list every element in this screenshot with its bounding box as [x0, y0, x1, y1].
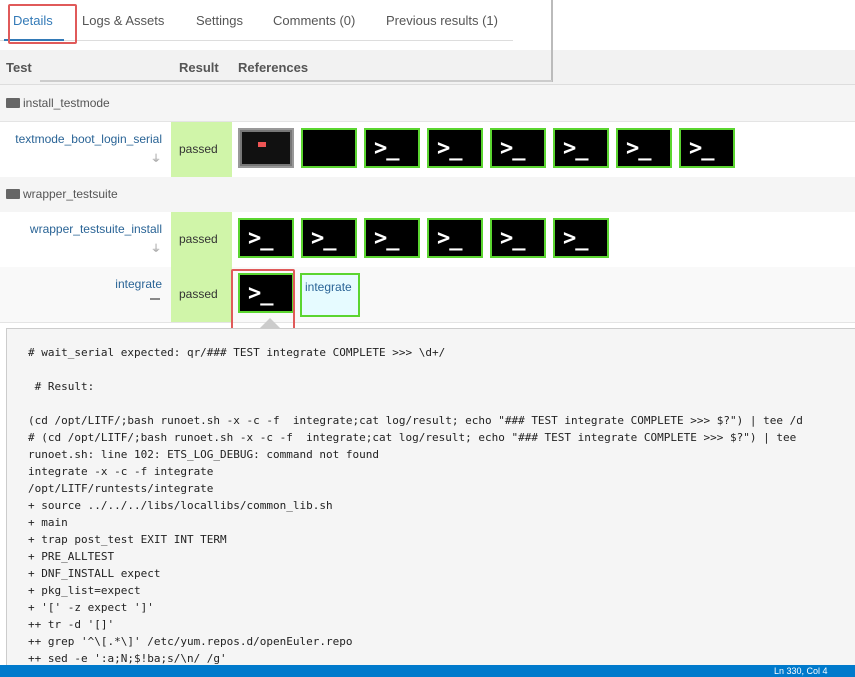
minus-icon[interactable] [150, 298, 160, 300]
test-name-link[interactable]: textmode_boot_login_serial [6, 132, 162, 146]
log-line: ++ tr -d '[]' [28, 618, 115, 631]
folder-open-icon [6, 98, 20, 108]
terminal-icon[interactable]: >_ [364, 128, 420, 168]
log-line: + main [28, 516, 68, 529]
log-line: # Result: [28, 380, 95, 393]
terminal-icon[interactable]: >_ [679, 128, 735, 168]
terminal-icon[interactable]: >_ [364, 218, 420, 258]
plug-icon: ⏚ [151, 244, 161, 255]
reference-link-integrate[interactable]: integrate [300, 273, 360, 317]
column-header-test: Test [6, 60, 32, 75]
plug-icon: ⏚ [151, 154, 161, 165]
log-line: ++ sed -e ':a;N;$!ba;s/\n/ /g' [28, 652, 227, 665]
editor-status-bar: Ln 330, Col 4 [0, 665, 855, 677]
log-output-panel[interactable]: # wait_serial expected: qr/### TEST inte… [6, 328, 855, 668]
group-name: install_testmode [23, 96, 110, 110]
log-line: + '[' -z expect ']' [28, 601, 154, 614]
table-row [0, 267, 855, 323]
screenshot-thumbnail[interactable] [301, 128, 357, 168]
log-line: + trap post_test EXIT INT TERM [28, 533, 227, 546]
group-name: wrapper_testsuite [23, 187, 118, 201]
terminal-icon[interactable]: >_ [238, 218, 294, 258]
tab-comments[interactable]: Comments (0) [273, 13, 355, 28]
terminal-icon[interactable]: >_ [490, 128, 546, 168]
terminal-icon[interactable]: >_ [427, 218, 483, 258]
group-row: install_testmode [0, 85, 855, 122]
overlay-shadow-bottom [40, 80, 552, 82]
terminal-icon[interactable]: >_ [301, 218, 357, 258]
log-line: runoet.sh: line 102: ETS_LOG_DEBUG: comm… [28, 448, 379, 461]
screenshot-thumbnail[interactable] [238, 128, 294, 168]
log-line: + DNF_INSTALL expect [28, 567, 161, 580]
tab-previous-results[interactable]: Previous results (1) [386, 13, 498, 28]
test-name-link[interactable]: integrate [6, 277, 162, 291]
terminal-icon[interactable]: >_ [553, 218, 609, 258]
log-line: # wait_serial expected: qr/### TEST inte… [28, 346, 446, 359]
cursor-position: Ln 330, Col 4 [774, 666, 828, 676]
terminal-icon[interactable]: >_ [427, 128, 483, 168]
result-cell-passed[interactable]: passed [171, 122, 232, 177]
log-pointer-caret [260, 318, 280, 328]
log-line: ++ grep '^\[.*\]' /etc/yum.repos.d/openE… [28, 635, 353, 648]
tab-bar: Details Logs & Assets Settings Comments … [0, 0, 855, 50]
result-cell-passed[interactable]: passed [171, 212, 232, 267]
terminal-icon[interactable]: >_ [490, 218, 546, 258]
overlay-shadow-edge [551, 0, 553, 82]
terminal-icon[interactable]: >_ [616, 128, 672, 168]
column-header-result: Result [179, 60, 219, 75]
highlight-box-details [8, 4, 77, 44]
log-line: + PRE_ALLTEST [28, 550, 115, 563]
folder-open-icon [6, 189, 20, 199]
column-header-references: References [238, 60, 309, 75]
log-line: # (cd /opt/LITF/;bash runoet.sh -x -c -f… [28, 431, 797, 444]
test-name-link[interactable]: wrapper_testsuite_install [6, 222, 162, 236]
log-line: (cd /opt/LITF/;bash runoet.sh -x -c -f i… [28, 414, 803, 427]
log-line: + pkg_list=expect [28, 584, 141, 597]
terminal-icon[interactable]: >_ [553, 128, 609, 168]
log-line: /opt/LITF/runtests/integrate [28, 482, 214, 495]
result-cell-passed[interactable]: passed [171, 267, 232, 322]
tab-logs-assets[interactable]: Logs & Assets [82, 13, 164, 28]
log-line: + source ../../../libs/locallibs/common_… [28, 499, 333, 512]
tab-settings[interactable]: Settings [196, 13, 243, 28]
log-line: integrate -x -c -f integrate [28, 465, 214, 478]
group-row: wrapper_testsuite [0, 177, 855, 213]
